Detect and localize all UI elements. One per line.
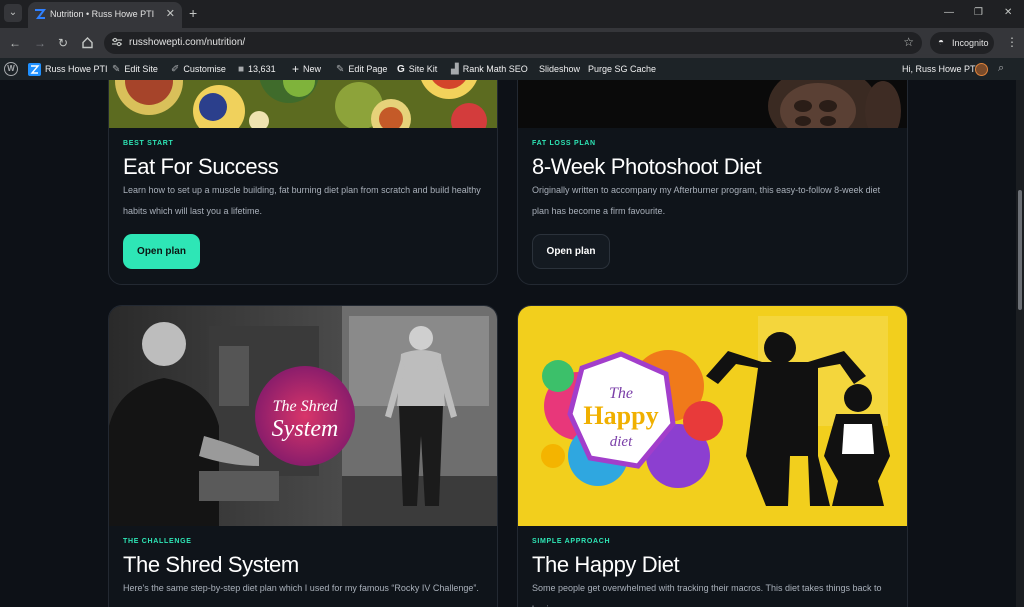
admin-site-name[interactable]: Russ Howe PTI	[28, 58, 108, 80]
new-tab-button[interactable]: +	[189, 6, 197, 20]
browser-menu-icon[interactable]: ⋮	[1006, 35, 1018, 49]
browser-toolbar: ← → ↻ russhowepti.com/nutrition/ ☆ ◓ Inc…	[0, 28, 1024, 58]
site-info-icon[interactable]	[111, 36, 123, 48]
admin-customise-label: Customise	[183, 64, 226, 74]
avatar[interactable]	[975, 63, 988, 76]
plan-kicker: BEST START	[123, 140, 174, 147]
plan-kicker: SIMPLE APPROACH	[532, 538, 611, 545]
home-icon[interactable]	[81, 36, 94, 49]
happy-logo-line3: diet	[610, 434, 633, 450]
search-icon[interactable]: ⌕	[998, 62, 1004, 75]
plan-card-shred-system: The Shred System THE CHALLENGE The Shred…	[108, 305, 498, 607]
paintbrush-icon: ✐	[171, 63, 180, 75]
wordpress-logo-icon[interactable]: W	[4, 62, 18, 76]
admin-rank-math-label: Rank Math SEO	[462, 64, 528, 74]
admin-slideshow-label: Slideshow	[539, 64, 581, 74]
site-logo-icon	[28, 62, 41, 76]
admin-slideshow[interactable]: Slideshow	[539, 58, 580, 80]
reload-icon[interactable]: ↻	[58, 36, 68, 50]
address-bar[interactable]: russhowepti.com/nutrition/ ☆	[104, 32, 922, 54]
admin-new-label: New	[303, 64, 322, 74]
admin-edit-site[interactable]: ✎ Edit Site	[112, 58, 158, 80]
admin-edit-site-label: Edit Site	[124, 64, 158, 74]
forward-arrow-icon[interactable]: →	[34, 36, 46, 50]
plan-card-happy-diet: The Happy diet SIMPLE APPROACH The Happy…	[517, 305, 908, 607]
plan-description: Some people get overwhelmed with trackin…	[532, 583, 882, 607]
comment-bubble-icon: ■	[238, 63, 245, 75]
plan-card-eat-for-success: BEST START Eat For Success Learn how to …	[108, 80, 498, 285]
admin-edit-page-label: Edit Page	[348, 64, 388, 74]
shred-system-image: The Shred System	[109, 306, 497, 526]
admin-rank-math[interactable]: ▟ Rank Math SEO	[451, 58, 528, 80]
incognito-indicator[interactable]: ◓ Incognito	[930, 32, 994, 54]
admin-customise[interactable]: ✐ Customise	[171, 58, 226, 80]
page-viewport: BEST START Eat For Success Learn how to …	[0, 80, 1016, 607]
url-text: russhowepti.com/nutrition/	[129, 37, 246, 48]
tab-title: Nutrition • Russ Howe PTI	[50, 9, 155, 19]
admin-account[interactable]: Hi, Russ Howe PTI	[902, 58, 978, 80]
admin-comments-count: 13,631	[248, 64, 276, 74]
rank-math-chart-icon: ▟	[451, 63, 459, 75]
admin-greeting: Hi, Russ Howe PTI	[902, 64, 979, 74]
plus-icon: +	[292, 62, 300, 76]
plan-title[interactable]: 8-Week Photoshoot Diet	[532, 154, 762, 180]
plan-title[interactable]: Eat For Success	[123, 154, 279, 180]
browser-tab-strip: ⌄ Nutrition • Russ Howe PTI ✕ + — ❐ ✕	[0, 0, 1024, 28]
open-plan-button[interactable]: Open plan	[532, 234, 610, 269]
tab-close-icon[interactable]: ✕	[166, 7, 175, 20]
plan-description: Originally written to accompany my After…	[532, 185, 881, 216]
happy-diet-image: The Happy diet	[518, 306, 907, 526]
physique-photo-image	[518, 80, 907, 128]
incognito-icon: ◓	[938, 37, 945, 48]
restore-icon[interactable]: ❐	[974, 7, 983, 18]
plan-description: Learn how to set up a muscle building, f…	[123, 185, 481, 216]
admin-new[interactable]: + New	[292, 58, 321, 80]
admin-comments[interactable]: ■ 13,631	[238, 58, 276, 80]
browser-tab-active[interactable]: Nutrition • Russ Howe PTI ✕	[28, 2, 182, 28]
admin-site-name-label: Russ Howe PTI	[45, 64, 108, 74]
window-close-icon[interactable]: ✕	[1004, 7, 1012, 18]
plan-card-photoshoot-diet: FAT LOSS PLAN 8-Week Photoshoot Diet Ori…	[517, 80, 908, 285]
admin-site-kit-label: Site Kit	[408, 64, 438, 74]
admin-edit-page[interactable]: ✎ Edit Page	[336, 58, 387, 80]
plan-title[interactable]: The Shred System	[123, 552, 299, 578]
happy-logo-line2: Happy	[583, 401, 658, 430]
admin-purge-cache[interactable]: Purge SG Cache	[588, 58, 656, 80]
page-scrollbar[interactable]	[1016, 80, 1024, 607]
plan-kicker: THE CHALLENGE	[123, 538, 192, 545]
incognito-label: Incognito	[952, 38, 989, 48]
plan-description: Here's the same step-by-step diet plan w…	[123, 583, 479, 593]
pencil-icon: ✎	[336, 63, 345, 75]
shred-logo-line2: System	[272, 416, 339, 442]
wp-admin-bar: W Russ Howe PTI ✎ Edit Site ✐ Customise …	[0, 58, 1024, 80]
back-arrow-icon[interactable]: ←	[9, 36, 21, 50]
tab-search-button[interactable]: ⌄	[4, 4, 22, 22]
site-favicon-icon	[35, 9, 46, 19]
shred-logo-line1: The Shred	[273, 398, 339, 415]
plan-kicker: FAT LOSS PLAN	[532, 140, 596, 147]
scrollbar-thumb[interactable]	[1018, 190, 1022, 310]
minimize-icon[interactable]: —	[944, 7, 954, 18]
admin-purge-cache-label: Purge SG Cache	[588, 64, 657, 74]
bookmark-star-icon[interactable]: ☆	[903, 35, 914, 49]
healthy-food-image	[109, 80, 497, 128]
plan-title[interactable]: The Happy Diet	[532, 552, 680, 578]
google-g-icon: G	[397, 63, 405, 75]
brush-icon: ✎	[112, 63, 121, 75]
open-plan-button[interactable]: Open plan	[123, 234, 200, 269]
admin-site-kit[interactable]: G Site Kit	[397, 58, 437, 80]
happy-logo-line1: The	[609, 385, 633, 402]
